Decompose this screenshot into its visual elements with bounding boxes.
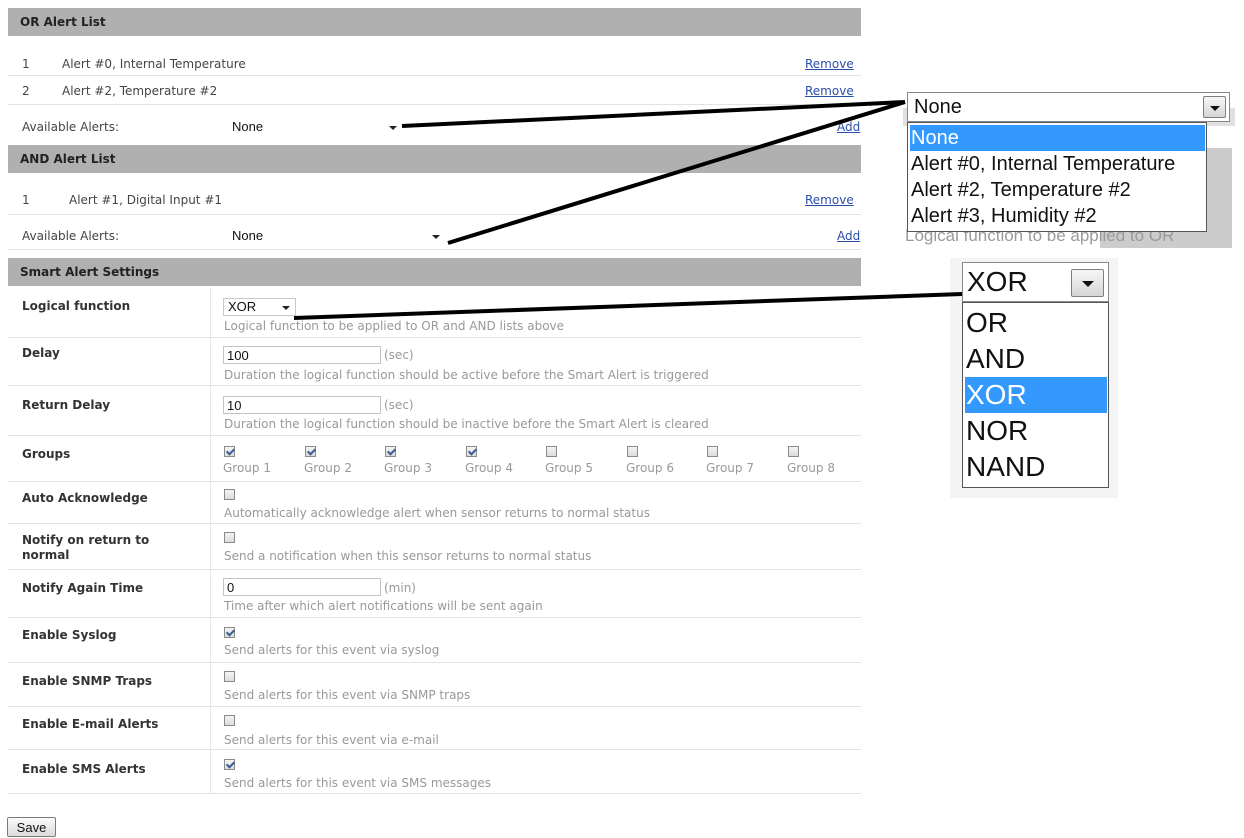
pointer-line: [447, 100, 906, 245]
pointer-line: [401, 100, 906, 128]
pointer-line: [293, 292, 963, 320]
callout-pointer-lines: [293, 100, 963, 320]
